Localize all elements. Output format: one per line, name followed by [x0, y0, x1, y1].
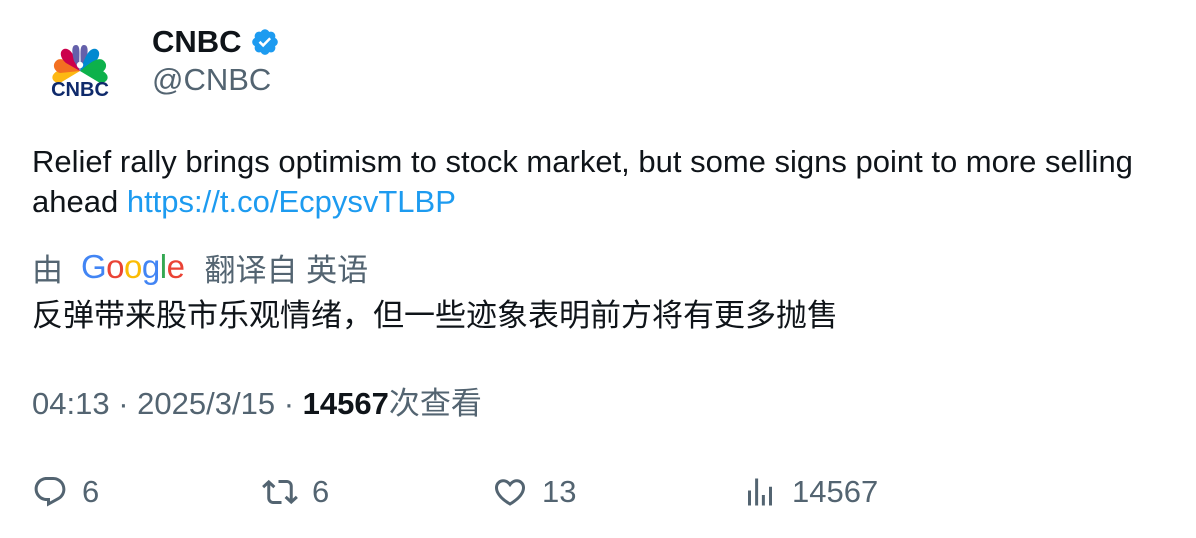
views-count: 14567 — [302, 386, 389, 421]
tweet-link[interactable]: https://t.co/EcpysvTLBP — [127, 184, 456, 219]
translation-by-label: 由 — [32, 252, 63, 288]
tweet-meta: 04:13 · 2025/3/15 · 14567次查看 — [32, 384, 482, 424]
like-count: 13 — [542, 474, 577, 509]
tweet-date[interactable]: 2025/3/15 — [137, 386, 275, 421]
like-button[interactable]: 13 — [492, 470, 576, 514]
cnbc-logo-text: CNBC — [51, 79, 109, 101]
verified-badge-icon[interactable] — [250, 27, 280, 57]
action-bar: 6 6 13 14567 — [0, 470, 1196, 514]
author-handle[interactable]: @CNBC — [152, 62, 271, 98]
avatar[interactable]: CNBC — [32, 24, 128, 120]
author-name-row: CNBC — [152, 22, 280, 62]
views-action-count: 14567 — [792, 474, 879, 509]
translated-tweet-text: 反弹带来股市乐观情绪，但一些迹象表明前方将有更多抛售 — [32, 298, 838, 333]
retweet-count: 6 — [312, 474, 330, 509]
retweet-button[interactable]: 6 — [262, 470, 329, 514]
google-logo[interactable]: Google — [81, 248, 185, 286]
views-button[interactable]: 14567 — [742, 470, 878, 514]
reply-icon — [34, 477, 66, 507]
reply-count: 6 — [82, 474, 100, 509]
meta-separator: · — [283, 386, 295, 421]
display-name[interactable]: CNBC — [152, 24, 242, 60]
views-chart-icon — [748, 478, 772, 506]
tweet-text: Relief rally brings optimism to stock ma… — [32, 142, 1162, 222]
views-label: 次查看 — [388, 386, 482, 421]
cnbc-logo-icon: CNBC — [51, 45, 109, 101]
meta-separator: · — [118, 386, 129, 421]
tweet-time[interactable]: 04:13 — [32, 386, 110, 421]
reply-button[interactable]: 6 — [32, 470, 99, 514]
translation-attribution: 由 Google 翻译自 英语 — [32, 246, 368, 288]
heart-icon — [494, 479, 526, 506]
retweet-icon — [262, 479, 298, 505]
translation-from-label: 翻译自 英语 — [204, 252, 369, 288]
